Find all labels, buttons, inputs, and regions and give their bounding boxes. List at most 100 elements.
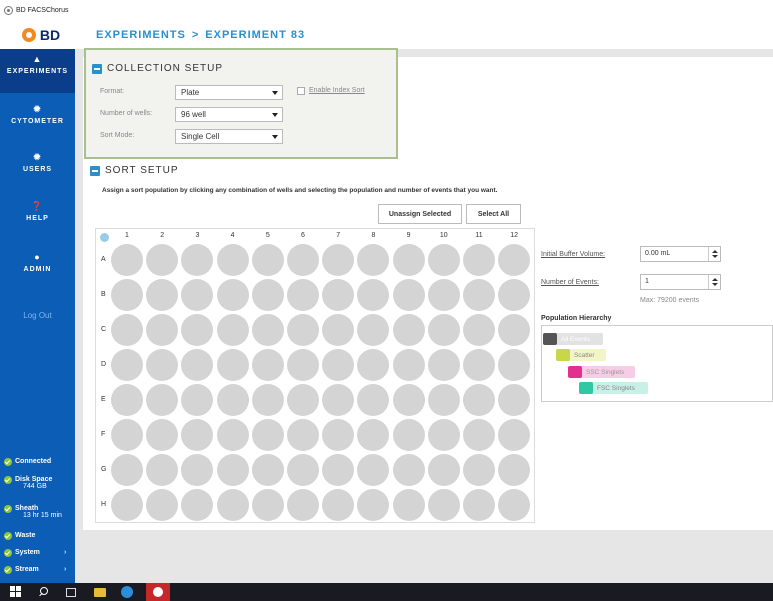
well-C10[interactable] (427, 314, 460, 346)
well-C7[interactable] (322, 314, 355, 346)
well-F9[interactable] (392, 419, 425, 451)
well-C6[interactable] (287, 314, 319, 346)
row-header[interactable]: B (101, 291, 106, 298)
sidebar-item-help[interactable]: ❓ HELP (0, 202, 75, 223)
well-G10[interactable] (427, 454, 460, 486)
wells-select[interactable]: 96 well (175, 107, 283, 122)
well-G12[interactable] (498, 454, 531, 486)
well-D11[interactable] (463, 349, 495, 381)
well-A12[interactable] (498, 244, 531, 276)
row-header[interactable]: E (101, 396, 106, 403)
population-scatter[interactable]: Scatter (556, 349, 606, 361)
row-header[interactable]: D (101, 361, 106, 368)
column-header[interactable]: 5 (258, 232, 278, 239)
select-plate-corner[interactable] (100, 233, 109, 242)
well-H1[interactable] (111, 489, 143, 521)
well-A6[interactable] (287, 244, 319, 276)
edge-browser-icon[interactable] (121, 586, 133, 598)
well-H9[interactable] (392, 489, 425, 521)
collapse-icon[interactable] (92, 63, 102, 74)
spinner-icon[interactable] (708, 247, 720, 261)
well-A11[interactable] (463, 244, 495, 276)
column-header[interactable]: 12 (504, 232, 524, 239)
column-header[interactable]: 6 (293, 232, 313, 239)
sidebar-item-users[interactable]: ✹ USERS (0, 153, 75, 174)
well-B2[interactable] (146, 279, 179, 311)
well-C9[interactable] (392, 314, 425, 346)
well-F1[interactable] (111, 419, 143, 451)
sidebar-item-cytometer[interactable]: ✹ CYTOMETER (0, 105, 75, 126)
buffer-volume-input[interactable]: 0.00 mL (640, 246, 721, 262)
well-D5[interactable] (251, 349, 284, 381)
collection-setup-header[interactable]: COLLECTION SETUP (92, 63, 223, 74)
select-all-button[interactable]: Select All (466, 204, 521, 224)
unassign-selected-button[interactable]: Unassign Selected (378, 204, 462, 224)
format-select[interactable]: Plate (175, 85, 283, 100)
well-D4[interactable] (216, 349, 249, 381)
well-G7[interactable] (322, 454, 355, 486)
column-header[interactable]: 11 (469, 232, 489, 239)
well-F7[interactable] (322, 419, 355, 451)
well-B6[interactable] (287, 279, 319, 311)
well-C12[interactable] (498, 314, 531, 346)
row-header[interactable]: A (101, 256, 106, 263)
row-header[interactable]: G (101, 466, 106, 473)
well-A10[interactable] (427, 244, 460, 276)
well-F10[interactable] (427, 419, 460, 451)
well-B10[interactable] (427, 279, 460, 311)
well-A2[interactable] (146, 244, 179, 276)
breadcrumb-experiments[interactable]: EXPERIMENTS (96, 29, 186, 41)
column-header[interactable]: 7 (328, 232, 348, 239)
facschorus-app-icon[interactable] (146, 583, 170, 601)
well-B1[interactable] (111, 279, 143, 311)
well-C5[interactable] (251, 314, 284, 346)
well-A1[interactable] (111, 244, 143, 276)
row-header[interactable]: H (101, 501, 106, 508)
index-sort-checkbox[interactable] (297, 87, 305, 95)
well-B4[interactable] (216, 279, 249, 311)
well-D6[interactable] (287, 349, 319, 381)
well-H11[interactable] (463, 489, 495, 521)
well-F5[interactable] (251, 419, 284, 451)
well-F11[interactable] (463, 419, 495, 451)
well-E10[interactable] (427, 384, 460, 416)
well-D12[interactable] (498, 349, 531, 381)
collapse-icon[interactable] (90, 165, 100, 176)
well-B9[interactable] (392, 279, 425, 311)
well-D9[interactable] (392, 349, 425, 381)
row-header[interactable]: C (101, 326, 106, 333)
well-A9[interactable] (392, 244, 425, 276)
well-G5[interactable] (251, 454, 284, 486)
column-header[interactable]: 10 (434, 232, 454, 239)
well-C2[interactable] (146, 314, 179, 346)
well-B7[interactable] (322, 279, 355, 311)
well-H6[interactable] (287, 489, 319, 521)
well-A5[interactable] (251, 244, 284, 276)
well-G1[interactable] (111, 454, 143, 486)
well-E2[interactable] (146, 384, 179, 416)
well-D1[interactable] (111, 349, 143, 381)
well-E4[interactable] (216, 384, 249, 416)
well-H4[interactable] (216, 489, 249, 521)
well-D7[interactable] (322, 349, 355, 381)
well-E5[interactable] (251, 384, 284, 416)
well-C4[interactable] (216, 314, 249, 346)
well-E7[interactable] (322, 384, 355, 416)
well-B12[interactable] (498, 279, 531, 311)
well-F12[interactable] (498, 419, 531, 451)
well-C1[interactable] (111, 314, 143, 346)
status-system[interactable]: System › (4, 549, 74, 557)
population-ssc-singlets[interactable]: SSC Singlets (568, 366, 635, 378)
well-E1[interactable] (111, 384, 143, 416)
well-G4[interactable] (216, 454, 249, 486)
windows-start-icon[interactable] (10, 586, 22, 598)
events-input[interactable]: 1 (640, 274, 721, 290)
sidebar-item-admin[interactable]: ● ADMIN (0, 253, 75, 274)
well-H12[interactable] (498, 489, 531, 521)
sort-mode-select[interactable]: Single Cell (175, 129, 283, 144)
spinner-icon[interactable] (708, 275, 720, 289)
well-D10[interactable] (427, 349, 460, 381)
well-G9[interactable] (392, 454, 425, 486)
column-header[interactable]: 1 (117, 232, 137, 239)
well-E11[interactable] (463, 384, 495, 416)
